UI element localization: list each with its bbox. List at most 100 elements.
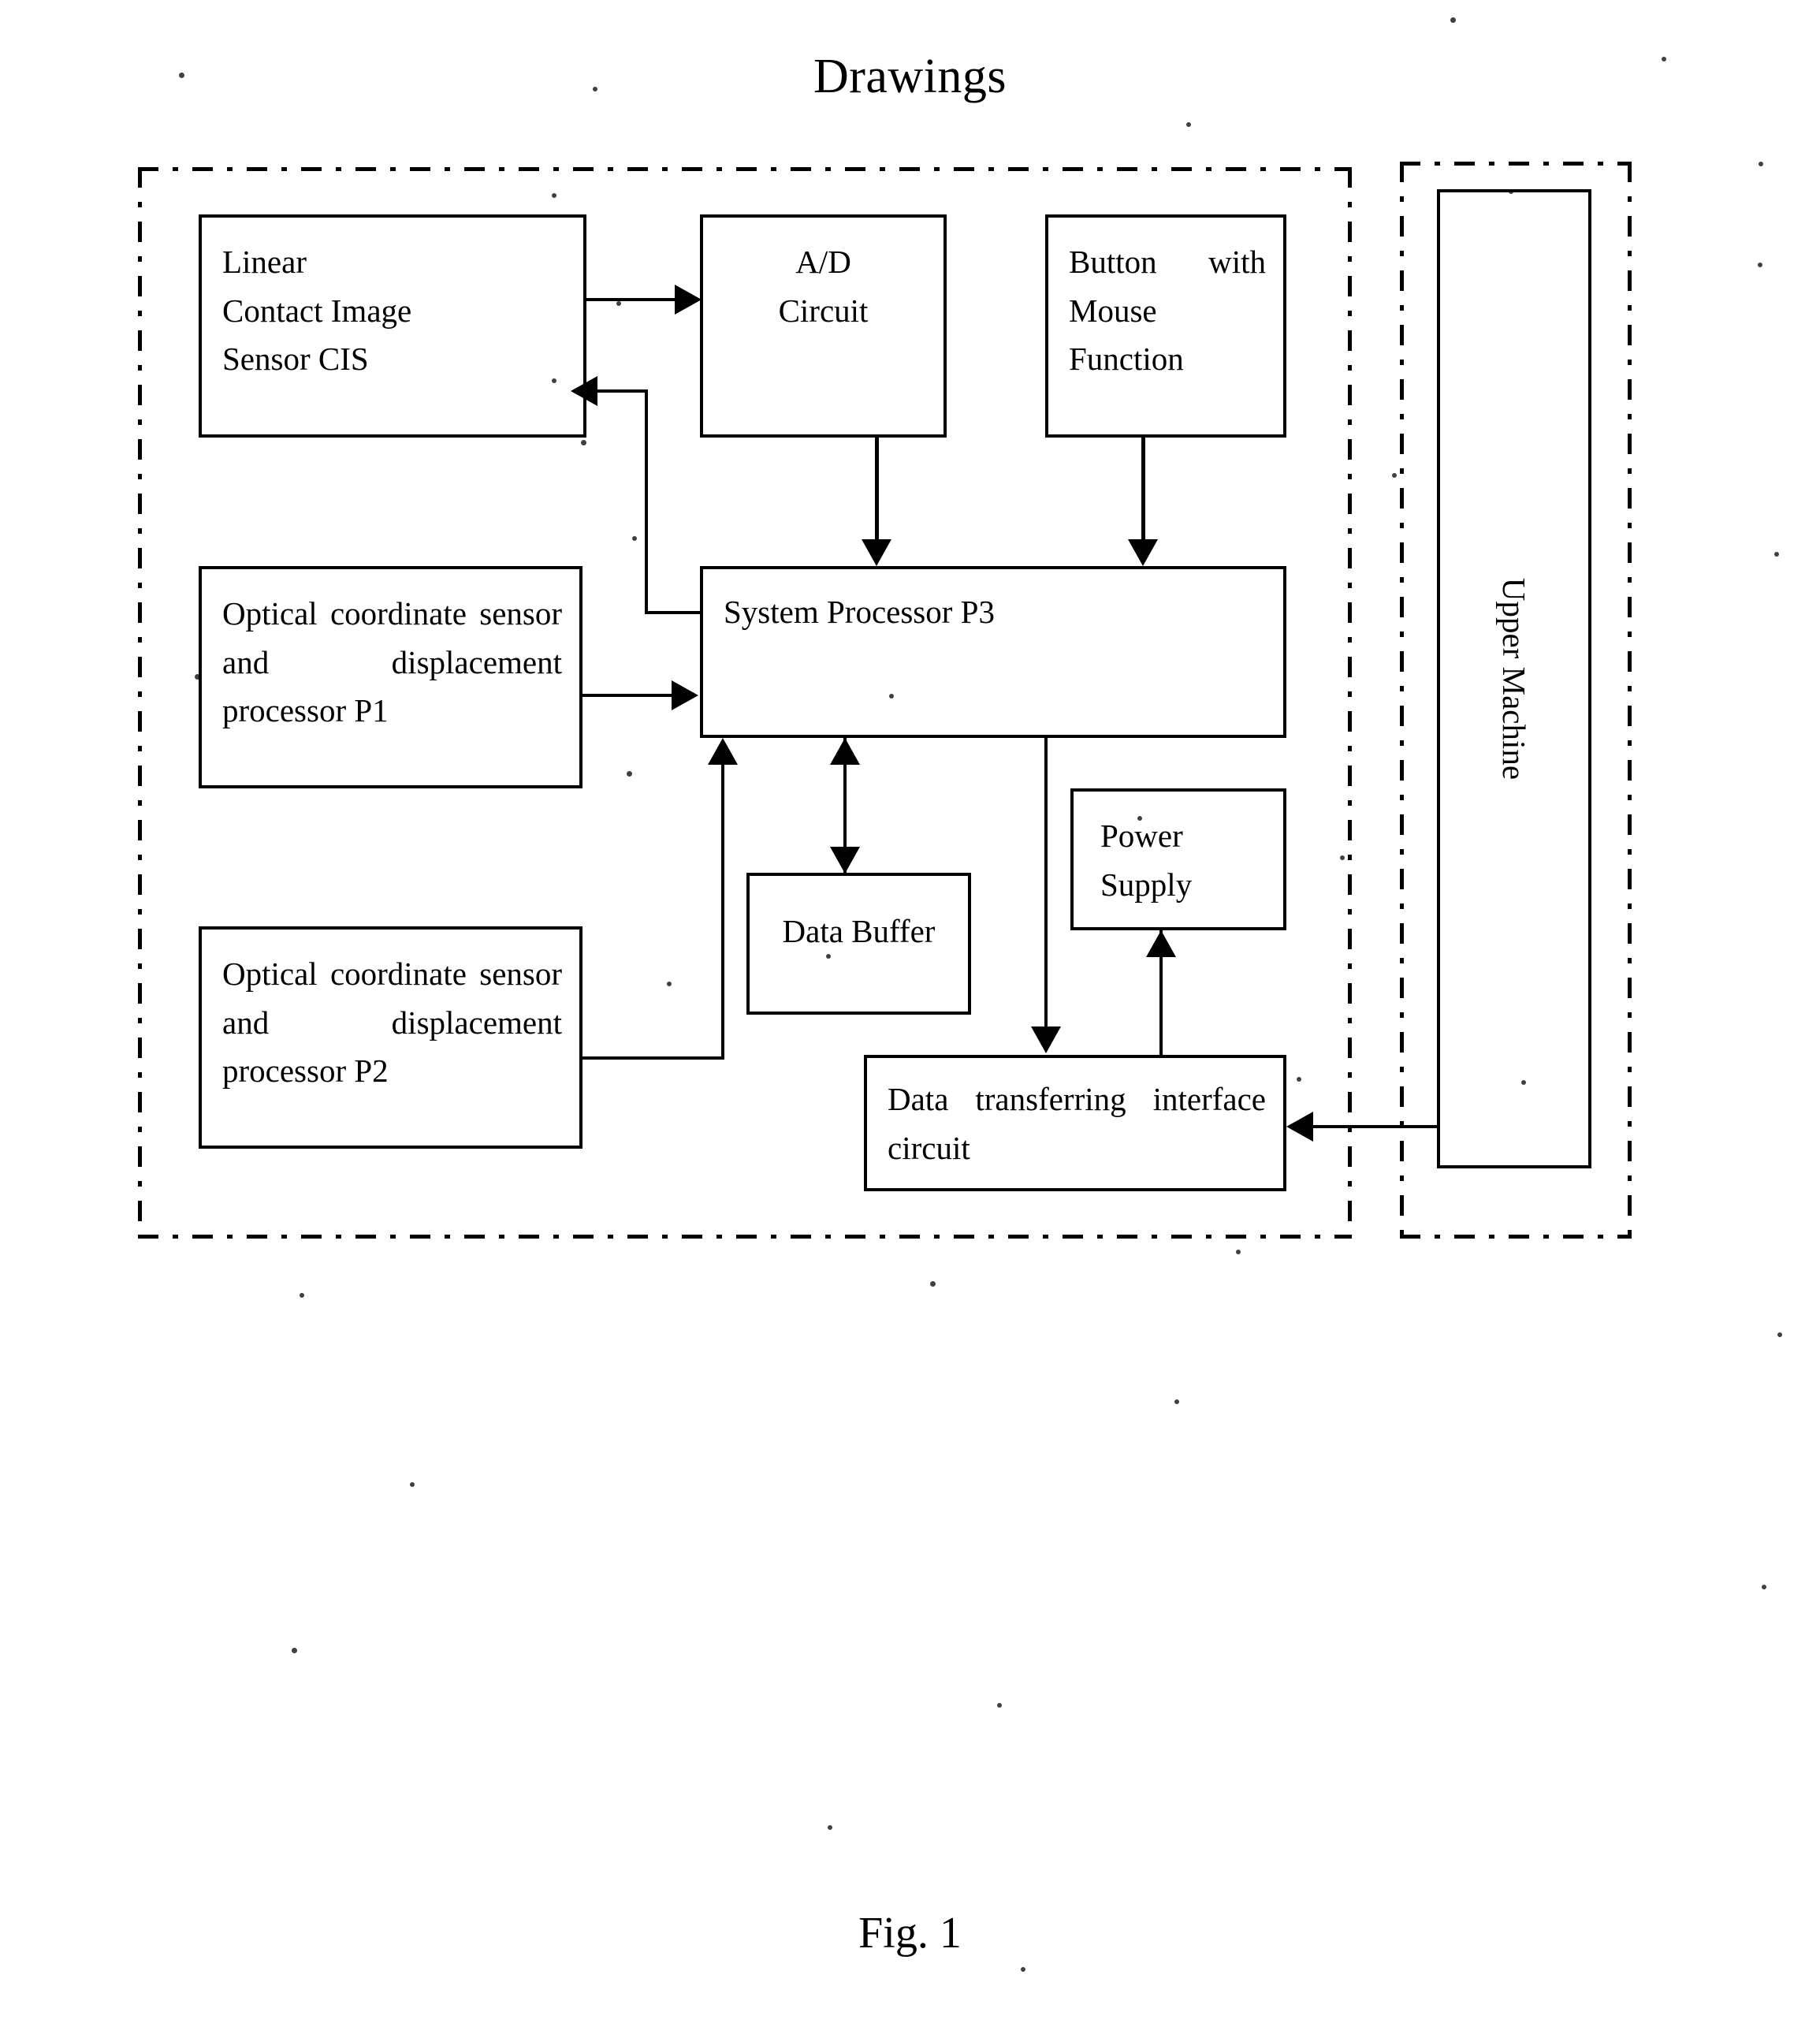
speck	[1759, 162, 1763, 166]
speck	[1758, 263, 1762, 267]
speck	[552, 378, 556, 383]
node-linear-contact-image-sensor-label: Linear Contact Image Sensor CIS	[222, 238, 566, 384]
speck	[410, 1482, 415, 1487]
speck	[1509, 189, 1513, 194]
speck	[1662, 57, 1666, 61]
node-power-supply[interactable]: Power Supply	[1070, 788, 1286, 930]
power-line-2: Supply	[1100, 866, 1193, 903]
connector-cis-to-ad-circuit-line	[586, 298, 678, 301]
speck	[632, 536, 637, 541]
iface-line-1: Data transferring interface	[888, 1081, 1266, 1117]
node-optical-sensor-p2[interactable]: Optical coordinate sensor and displaceme…	[199, 926, 582, 1149]
speck	[1392, 473, 1397, 478]
node-system-processor-p3[interactable]: System Processor P3	[700, 566, 1286, 738]
ad-line-2: Circuit	[778, 292, 869, 329]
connector-upper-to-iface-arrowhead	[1286, 1112, 1313, 1142]
speck	[195, 674, 200, 680]
speck	[1774, 552, 1779, 557]
connector-p2-to-sysproc-arrowhead	[708, 738, 738, 765]
node-system-processor-p3-label: System Processor P3	[724, 594, 995, 630]
connector-button-to-sysproc-line	[1141, 438, 1145, 541]
node-data-buffer[interactable]: Data Buffer	[746, 873, 971, 1015]
upper-machine-boundary-top-edge	[1400, 162, 1632, 166]
upper-machine-boundary-right-edge	[1628, 162, 1632, 1239]
button-line-1: Button with	[1069, 244, 1266, 280]
connector-sysproc-to-cis-seg-c	[597, 389, 648, 393]
iface-line-2: circuit	[888, 1129, 970, 1166]
connector-sysproc-to-cis-seg-a	[645, 611, 703, 614]
speck	[1340, 855, 1345, 860]
cis-line-3: Sensor CIS	[222, 341, 369, 377]
button-line-3: Function	[1069, 341, 1184, 377]
device-boundary-right-edge	[1348, 167, 1352, 1239]
node-linear-contact-image-sensor[interactable]: Linear Contact Image Sensor CIS	[199, 214, 586, 438]
connector-cis-to-ad-circuit-arrowhead	[675, 285, 702, 315]
connector-sysproc-buffer-arrowhead-up	[830, 738, 860, 765]
node-optical-sensor-p1[interactable]: Optical coordinate sensor and displaceme…	[199, 566, 582, 788]
upper-machine-boundary-left-edge	[1400, 162, 1404, 1239]
speck	[930, 1281, 936, 1287]
button-line-2: Mouse	[1069, 292, 1157, 329]
connector-sysproc-to-iface-line	[1044, 738, 1048, 1028]
speck	[1777, 1332, 1782, 1337]
connector-iface-to-power-arrowhead	[1146, 930, 1176, 957]
speck	[1186, 122, 1191, 127]
speck	[828, 1825, 832, 1830]
speck	[1236, 1250, 1241, 1254]
speck	[581, 440, 586, 445]
node-upper-machine-label: Upper Machine	[1496, 577, 1532, 781]
speck	[616, 301, 621, 306]
speck	[667, 982, 672, 986]
connector-p2-to-sysproc-seg-a	[582, 1056, 724, 1060]
speck	[179, 73, 184, 78]
speck	[1137, 816, 1142, 821]
node-data-buffer-label: Data Buffer	[782, 913, 936, 949]
figure-caption: Fig. 1	[858, 1909, 962, 1958]
connector-button-to-sysproc-arrowhead	[1128, 539, 1158, 566]
node-optical-sensor-p2-label: Optical coordinate sensor and displaceme…	[222, 956, 562, 1089]
node-data-transferring-interface-circuit-label: Data transferring interface circuit	[888, 1075, 1266, 1172]
page-title: Drawings	[813, 50, 1007, 103]
speck	[997, 1703, 1002, 1708]
speck	[1521, 1080, 1526, 1085]
node-ad-circuit-label: A/D Circuit	[703, 238, 943, 335]
node-power-supply-label: Power Supply	[1100, 812, 1266, 909]
node-ad-circuit[interactable]: A/D Circuit	[700, 214, 947, 438]
cis-line-1: Linear	[222, 244, 307, 280]
power-line-1: Power	[1100, 818, 1183, 854]
node-upper-machine[interactable]: Upper Machine	[1437, 189, 1591, 1168]
connector-p1-to-sysproc-line	[582, 694, 675, 697]
node-data-transferring-interface-circuit[interactable]: Data transferring interface circuit	[864, 1055, 1286, 1191]
connector-upper-to-iface-line	[1313, 1125, 1437, 1128]
speck	[1021, 1967, 1025, 1972]
speck	[593, 87, 597, 91]
connector-sysproc-to-cis-seg-b	[645, 389, 648, 614]
device-boundary-bottom-edge	[138, 1235, 1352, 1239]
node-button-with-mouse-function-label: Button with Mouse Function	[1069, 238, 1266, 384]
connector-ad-to-sysproc-line	[875, 438, 879, 541]
connector-sysproc-to-iface-arrowhead	[1031, 1026, 1061, 1053]
speck	[300, 1293, 304, 1298]
connector-sysproc-to-cis-arrowhead	[571, 376, 597, 406]
speck	[1762, 1585, 1766, 1589]
patent-drawing-page: Drawings Linear Contact Image Sensor CIS…	[0, 0, 1820, 2038]
speck	[1174, 1399, 1179, 1404]
device-boundary-top-edge	[138, 167, 1352, 171]
device-boundary-left-edge	[138, 167, 142, 1239]
connector-p1-to-sysproc-arrowhead	[672, 680, 698, 710]
speck	[292, 1648, 297, 1653]
ad-line-1: A/D	[795, 244, 851, 280]
connector-ad-to-sysproc-arrowhead	[862, 539, 891, 566]
speck	[889, 694, 894, 699]
node-optical-sensor-p1-label: Optical coordinate sensor and displaceme…	[222, 595, 562, 728]
speck	[1297, 1077, 1301, 1082]
connector-sysproc-buffer-arrowhead-down	[830, 847, 860, 874]
cis-line-2: Contact Image	[222, 292, 412, 329]
speck	[627, 771, 632, 777]
speck	[826, 954, 831, 959]
upper-machine-boundary-bottom-edge	[1400, 1235, 1632, 1239]
node-button-with-mouse-function[interactable]: Button with Mouse Function	[1045, 214, 1286, 438]
speck	[1450, 17, 1456, 23]
speck	[552, 193, 556, 198]
connector-p2-to-sysproc-seg-b	[721, 765, 724, 1060]
